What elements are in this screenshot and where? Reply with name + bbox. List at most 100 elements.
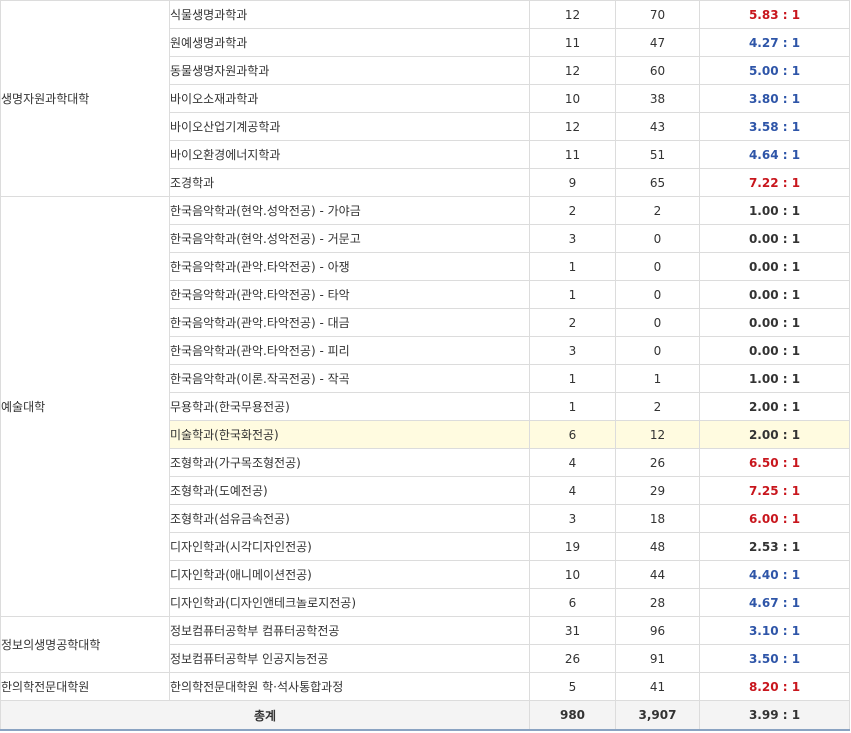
quota-cell: 4	[529, 448, 616, 477]
applicants-cell: 0	[615, 308, 700, 337]
quota-cell: 12	[529, 0, 616, 29]
dept-cell: 조형학과(섬유금속전공)	[169, 504, 530, 533]
applicants-cell: 91	[615, 644, 700, 673]
applicants-cell: 29	[615, 476, 700, 505]
ratio-cell: 1.00 : 1	[699, 196, 850, 225]
dept-cell: 식물생명과학과	[169, 0, 530, 29]
ratio-cell: 2.53 : 1	[699, 532, 850, 561]
ratio-cell: 3.50 : 1	[699, 644, 850, 673]
applicants-cell: 0	[615, 224, 700, 253]
quota-cell: 11	[529, 28, 616, 57]
ratio-cell: 3.10 : 1	[699, 616, 850, 645]
quota-cell: 12	[529, 56, 616, 85]
dept-cell: 한국음악학과(관악.타악전공) - 대금	[169, 308, 530, 337]
dept-cell: 조형학과(도예전공)	[169, 476, 530, 505]
dept-cell: 바이오소재과학과	[169, 84, 530, 113]
applicants-cell: 26	[615, 448, 700, 477]
total-ratio: 3.99 : 1	[699, 700, 850, 731]
applicants-cell: 60	[615, 56, 700, 85]
college-cell: 한의학전문대학원	[0, 672, 170, 701]
applicants-cell: 0	[615, 336, 700, 365]
quota-cell: 6	[529, 588, 616, 617]
dept-cell: 정보컴퓨터공학부 컴퓨터공학전공	[169, 616, 530, 645]
ratio-cell: 4.40 : 1	[699, 560, 850, 589]
quota-cell: 31	[529, 616, 616, 645]
quota-cell: 3	[529, 224, 616, 253]
dept-cell: 한의학전문대학원 학·석사통합과정	[169, 672, 530, 701]
dept-cell: 한국음악학과(관악.타악전공) - 타악	[169, 280, 530, 309]
ratio-cell: 5.00 : 1	[699, 56, 850, 85]
applicants-cell: 70	[615, 0, 700, 29]
quota-cell: 2	[529, 196, 616, 225]
quota-cell: 10	[529, 560, 616, 589]
ratio-cell: 7.22 : 1	[699, 168, 850, 197]
quota-cell: 9	[529, 168, 616, 197]
applicants-cell: 65	[615, 168, 700, 197]
quota-cell: 26	[529, 644, 616, 673]
table-row: 정보의생명공학대학 정보컴퓨터공학부 컴퓨터공학전공 31 96 3.10 : 1	[0, 616, 850, 673]
applicants-cell: 12	[615, 420, 700, 449]
dept-cell: 한국음악학과(현악.성악전공) - 가야금	[169, 196, 530, 225]
dept-cell: 디자인학과(시각디자인전공)	[169, 532, 530, 561]
ratio-cell: 0.00 : 1	[699, 280, 850, 309]
dept-cell: 한국음악학과(이론.작곡전공) - 작곡	[169, 364, 530, 393]
ratio-cell: 4.67 : 1	[699, 588, 850, 617]
dept-cell: 무용학과(한국무용전공)	[169, 392, 530, 421]
ratio-cell: 5.83 : 1	[699, 0, 850, 29]
quota-cell: 4	[529, 476, 616, 505]
ratio-cell: 1.00 : 1	[699, 364, 850, 393]
applicants-cell: 28	[615, 588, 700, 617]
applicants-cell: 44	[615, 560, 700, 589]
ratio-cell: 2.00 : 1	[699, 420, 850, 449]
dept-cell: 디자인학과(디자인앤테크놀로지전공)	[169, 588, 530, 617]
ratio-cell: 7.25 : 1	[699, 476, 850, 505]
college-cell: 예술대학	[0, 196, 170, 617]
ratio-cell: 6.50 : 1	[699, 448, 850, 477]
ratio-cell: 2.00 : 1	[699, 392, 850, 421]
dept-cell: 미술학과(한국화전공)	[169, 420, 530, 449]
applicants-cell: 0	[615, 252, 700, 281]
applicants-cell: 0	[615, 280, 700, 309]
dept-cell: 한국음악학과(관악.타악전공) - 아쟁	[169, 252, 530, 281]
dept-cell: 조형학과(가구목조형전공)	[169, 448, 530, 477]
quota-cell: 1	[529, 392, 616, 421]
dept-cell: 바이오산업기계공학과	[169, 112, 530, 141]
quota-cell: 2	[529, 308, 616, 337]
quota-cell: 11	[529, 140, 616, 169]
ratio-cell: 4.64 : 1	[699, 140, 850, 169]
applicants-cell: 38	[615, 84, 700, 113]
dept-cell: 한국음악학과(관악.타악전공) - 피리	[169, 336, 530, 365]
applicants-cell: 51	[615, 140, 700, 169]
college-cell: 정보의생명공학대학	[0, 616, 170, 673]
dept-cell: 조경학과	[169, 168, 530, 197]
ratio-cell: 4.27 : 1	[699, 28, 850, 57]
quota-cell: 10	[529, 84, 616, 113]
applicants-cell: 48	[615, 532, 700, 561]
dept-cell: 원예생명과학과	[169, 28, 530, 57]
ratio-cell: 0.00 : 1	[699, 224, 850, 253]
dept-cell: 동물생명자원과학과	[169, 56, 530, 85]
table-row: 한의학전문대학원 한의학전문대학원 학·석사통합과정 5 41 8.20 : 1	[0, 672, 850, 701]
applicants-cell: 43	[615, 112, 700, 141]
table-row: 예술대학 한국음악학과(현악.성악전공) - 가야금 2 2 1.00 : 1	[0, 196, 850, 617]
applicants-cell: 2	[615, 196, 700, 225]
applicants-cell: 41	[615, 672, 700, 701]
ratio-cell: 0.00 : 1	[699, 252, 850, 281]
quota-cell: 5	[529, 672, 616, 701]
applicants-cell: 47	[615, 28, 700, 57]
total-applicants: 3,907	[615, 700, 700, 731]
applicants-cell: 1	[615, 364, 700, 393]
dept-cell: 바이오환경에너지학과	[169, 140, 530, 169]
ratio-cell: 6.00 : 1	[699, 504, 850, 533]
ratio-cell: 3.80 : 1	[699, 84, 850, 113]
quota-cell: 1	[529, 280, 616, 309]
competition-ratio-table: 생명자원과학대학 식물생명과학과 12 70 5.83 : 1 원예생명과학과 11 47 4.…	[0, 0, 850, 731]
total-row: 총계 980 3,907 3.99 : 1	[0, 700, 850, 731]
dept-cell: 한국음악학과(현악.성악전공) - 거문고	[169, 224, 530, 253]
quota-cell: 1	[529, 252, 616, 281]
quota-cell: 12	[529, 112, 616, 141]
college-cell: 생명자원과학대학	[0, 0, 170, 197]
quota-cell: 6	[529, 420, 616, 449]
table-body: 생명자원과학대학 식물생명과학과 12 70 5.83 : 1 원예생명과학과 11 47 4.…	[0, 0, 850, 731]
quota-cell: 3	[529, 336, 616, 365]
